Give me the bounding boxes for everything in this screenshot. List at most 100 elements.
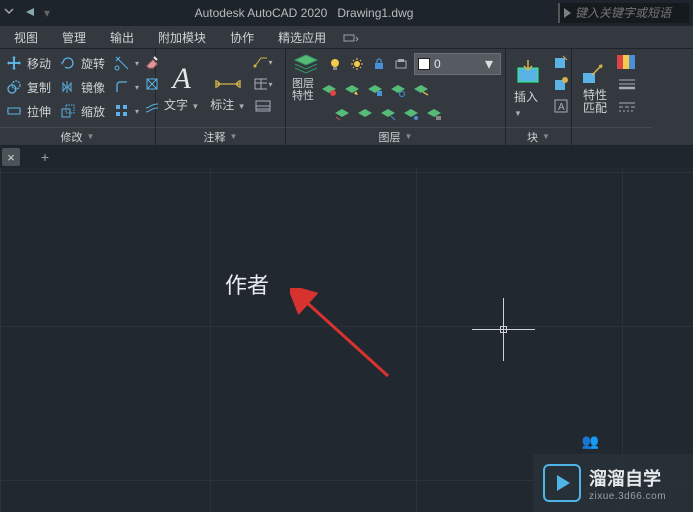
layer-properties-button[interactable] — [290, 52, 322, 76]
lock-icon — [369, 54, 389, 74]
trim-button[interactable]: ▾ — [112, 52, 139, 74]
layer-make-current-icon[interactable] — [411, 80, 431, 100]
ribbon: 移动 复制 拉伸 旋转 镜像 缩放 ▾ ▾ ▾ 修改▼ — [0, 48, 693, 146]
document-name: Drawing1.dwg — [337, 6, 413, 20]
watermark-title: 溜溜自学 — [589, 465, 666, 491]
grid-line — [0, 168, 1, 512]
bylayer-color-icon[interactable] — [617, 52, 637, 72]
panel-block: 插入 ▼ A 块▼ — [506, 49, 572, 145]
panel-modify: 移动 复制 拉伸 旋转 镜像 缩放 ▾ ▾ ▾ 修改▼ — [0, 49, 156, 145]
rotate-icon — [58, 53, 78, 73]
author-text-object[interactable]: 作者 — [225, 268, 269, 300]
panel-properties-title[interactable] — [572, 127, 652, 145]
close-document-icon[interactable]: × — [2, 148, 20, 166]
app-name: Autodesk AutoCAD 2020 — [195, 6, 328, 20]
new-document-icon[interactable]: + — [36, 148, 54, 166]
chevron-down-icon: ▾ — [481, 54, 497, 74]
create-block-icon[interactable] — [551, 52, 571, 72]
tab-manage[interactable]: 管理 — [52, 27, 96, 48]
array-button[interactable]: ▾ — [112, 100, 139, 122]
ribbon-tabs: 视图 管理 输出 附加模块 协作 精选应用 — [0, 26, 693, 48]
fillet-button[interactable]: ▾ — [112, 76, 139, 98]
qat-dropdown-icon[interactable] — [4, 6, 18, 20]
stretch-icon — [4, 101, 24, 121]
move-icon — [4, 53, 24, 73]
layer-merge-icon[interactable] — [424, 104, 444, 124]
panel-modify-title[interactable]: 修改▼ — [0, 127, 155, 145]
panel-annotate-title[interactable]: 注释▼ — [156, 127, 285, 145]
mirror-button[interactable]: 镜像 — [58, 76, 109, 98]
tab-collaborate[interactable]: 协作 — [220, 27, 264, 48]
insert-block-icon — [514, 58, 544, 86]
dimension-icon — [212, 64, 244, 94]
bulb-icon — [325, 54, 345, 74]
layer-color-swatch — [418, 58, 430, 70]
lineweight-icon[interactable] — [617, 74, 637, 94]
search-box[interactable] — [558, 3, 689, 23]
tabs-overflow-icon[interactable] — [340, 30, 362, 48]
attribute-icon[interactable]: A — [551, 96, 571, 116]
layer-iso-icon[interactable] — [388, 80, 408, 100]
scale-icon — [58, 101, 78, 121]
drawing-canvas[interactable]: 作者 👥 溜溜自学 zixue.3d66.com — [0, 168, 693, 512]
dimension-button[interactable]: 标注 ▼ — [206, 52, 249, 124]
layer-combo[interactable]: 0 ▾ — [414, 53, 501, 75]
insert-block-button[interactable]: 插入 ▼ — [510, 52, 548, 124]
panel-properties: 特性 匹配 — [572, 49, 652, 145]
leader-icon[interactable]: ▾ — [253, 52, 273, 72]
layer-off-icon[interactable] — [319, 80, 339, 100]
watermark-play-icon — [543, 464, 581, 502]
layer-walk-icon[interactable] — [401, 104, 421, 124]
current-layer-name: 0 — [434, 57, 477, 71]
chevron-down-icon: ▼ — [405, 132, 413, 141]
sun-icon — [347, 54, 367, 74]
linetype-icon[interactable] — [617, 96, 637, 116]
tab-output[interactable]: 输出 — [100, 27, 144, 48]
plot-icon — [391, 54, 411, 74]
match-properties-icon — [580, 61, 610, 87]
layer-freeze-icon[interactable] — [342, 80, 362, 100]
tab-addins[interactable]: 附加模块 — [148, 27, 216, 48]
document-tabstrip: × + — [0, 146, 693, 168]
grid-line — [0, 172, 693, 173]
edit-block-icon[interactable] — [551, 74, 571, 94]
svg-text:A: A — [558, 102, 565, 113]
quick-access-toolbar: ▾ — [4, 6, 50, 20]
grid-line — [416, 168, 417, 512]
stretch-button[interactable]: 拉伸 — [4, 100, 55, 122]
panel-layers-title[interactable]: 图层▼ — [286, 127, 505, 145]
share-icon[interactable] — [24, 6, 38, 20]
watermark-url: zixue.3d66.com — [589, 491, 666, 502]
chevron-down-icon: ▼ — [87, 132, 95, 141]
panel-block-title[interactable]: 块▼ — [506, 127, 571, 145]
fillet-icon — [112, 77, 132, 97]
search-play-icon — [564, 8, 571, 18]
layer-properties-label[interactable]: 图层 特性 — [290, 78, 316, 102]
rotate-button[interactable]: 旋转 — [58, 52, 109, 74]
watermark: 溜溜自学 zixue.3d66.com — [533, 454, 693, 512]
layer-state-icon[interactable] — [378, 104, 398, 124]
move-button[interactable]: 移动 — [4, 52, 55, 74]
tab-featured[interactable]: 精选应用 — [268, 27, 336, 48]
array-icon — [112, 101, 132, 121]
table-icon[interactable]: ▾ — [253, 74, 273, 94]
grid-line — [210, 168, 211, 512]
scale-button[interactable]: 缩放 — [58, 100, 109, 122]
layer-lock-icon[interactable] — [365, 80, 385, 100]
mirror-icon — [58, 77, 78, 97]
window-title: Autodesk AutoCAD 2020 Drawing1.dwg — [50, 6, 558, 20]
copy-button[interactable]: 复制 — [4, 76, 55, 98]
tab-view[interactable]: 视图 — [4, 27, 48, 48]
panel-layers: 0 ▾ 图层 特性 图 — [286, 49, 506, 145]
chevron-down-icon: ▼ — [542, 132, 550, 141]
copy-icon — [4, 77, 24, 97]
layer-match-icon[interactable] — [332, 104, 352, 124]
cloud-icon[interactable] — [253, 96, 273, 116]
people-icon: 👥 — [582, 433, 599, 450]
match-properties-button[interactable]: 特性 匹配 — [576, 52, 614, 124]
search-input[interactable] — [575, 6, 685, 20]
layer-prev-icon[interactable] — [355, 104, 375, 124]
text-button[interactable]: A 文字 ▼ — [160, 52, 203, 124]
text-letter-icon: A — [172, 64, 190, 94]
title-bar: ▾ Autodesk AutoCAD 2020 Drawing1.dwg — [0, 0, 693, 26]
